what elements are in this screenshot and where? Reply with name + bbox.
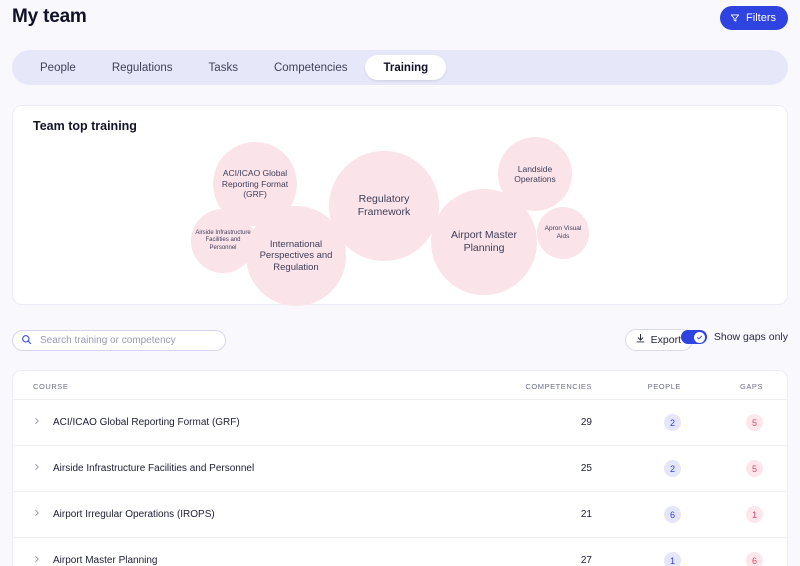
bubble-label: Airport Master Planning <box>433 229 535 255</box>
cell-people: 2 <box>624 446 709 492</box>
cell-course: Airside Infrastructure Facilities and Pe… <box>13 446 514 492</box>
tab-label: Regulations <box>112 62 173 74</box>
filters-button-label: Filters <box>746 12 776 24</box>
search-box[interactable] <box>12 330 226 351</box>
table-row[interactable]: Airport Irregular Operations (IROPS) 21 6 1 <box>13 492 788 538</box>
course-name: Airport Irregular Operations (IROPS) <box>53 509 215 520</box>
bubble-landside-operations[interactable]: Landside Operations <box>498 137 572 211</box>
tab-label: Competencies <box>274 62 348 74</box>
page-title: My team <box>12 6 87 28</box>
gaps-badge: 1 <box>746 506 763 523</box>
tab-label: Training <box>383 62 428 74</box>
cell-gaps: 6 <box>709 538 788 566</box>
tab-people[interactable]: People <box>22 55 94 80</box>
show-gaps-toggle-group: Show gaps only <box>681 330 788 344</box>
cell-course: ACI/ICAO Global Reporting Format (GRF) <box>13 400 514 446</box>
column-header-gaps[interactable]: GAPS <box>709 371 788 400</box>
cell-people: 6 <box>624 492 709 538</box>
column-header-competencies[interactable]: COMPETENCIES <box>514 371 624 400</box>
training-table: COURSE COMPETENCIES PEOPLE GAPS ACI/ICAO… <box>13 371 788 566</box>
tab-bar: People Regulations Tasks Competencies Traini… <box>12 50 788 85</box>
training-table-card: COURSE COMPETENCIES PEOPLE GAPS ACI/ICAO… <box>12 370 788 566</box>
bubble-chart: ACI/ICAO Global Reporting Format (GRF) Ai… <box>13 106 789 306</box>
cell-people: 1 <box>624 538 709 566</box>
page-header: My team Filters <box>0 0 800 46</box>
chevron-right-icon[interactable] <box>33 509 41 520</box>
cell-competencies: 27 <box>514 538 624 566</box>
gaps-badge: 5 <box>746 414 763 431</box>
tab-competencies[interactable]: Competencies <box>256 55 366 80</box>
tab-label: Tasks <box>209 62 238 74</box>
toggle-knob <box>694 332 705 343</box>
tab-tasks[interactable]: Tasks <box>191 55 256 80</box>
app-root: My team Filters People Regulations Tasks Co… <box>0 0 800 566</box>
cell-competencies: 25 <box>514 446 624 492</box>
cell-competencies: 29 <box>514 400 624 446</box>
column-header-course[interactable]: COURSE <box>13 371 514 400</box>
people-badge: 1 <box>664 552 681 566</box>
table-row[interactable]: ACI/ICAO Global Reporting Format (GRF) 29… <box>13 400 788 446</box>
bubble-label: Apron Visual Aids <box>539 225 587 241</box>
show-gaps-toggle[interactable] <box>681 330 707 344</box>
table-body: ACI/ICAO Global Reporting Format (GRF) 29… <box>13 400 788 566</box>
filters-button[interactable]: Filters <box>720 6 788 30</box>
cell-competencies: 21 <box>514 492 624 538</box>
bubble-label: Landside Operations <box>500 164 570 185</box>
people-badge: 6 <box>664 506 681 523</box>
funnel-icon <box>730 13 740 23</box>
course-name: ACI/ICAO Global Reporting Format (GRF) <box>53 417 240 428</box>
download-icon <box>635 333 646 347</box>
cell-people: 2 <box>624 400 709 446</box>
tab-label: People <box>40 62 76 74</box>
table-row[interactable]: Airside Infrastructure Facilities and Pe… <box>13 446 788 492</box>
search-input[interactable] <box>38 334 218 347</box>
column-header-people[interactable]: PEOPLE <box>624 371 709 400</box>
cell-gaps: 5 <box>709 400 788 446</box>
check-icon <box>696 334 703 341</box>
team-top-training-card: Team top training ACI/ICAO Global Report… <box>12 105 788 305</box>
bubble-label: ACI/ICAO Global Reporting Format (GRF) <box>215 168 295 199</box>
chevron-right-icon[interactable] <box>33 463 41 474</box>
cell-course: Airport Irregular Operations (IROPS) <box>13 492 514 538</box>
bubble-label: Regulatory Framework <box>331 193 437 219</box>
table-toolbar: Export Show gaps only <box>0 325 800 365</box>
table-head: COURSE COMPETENCIES PEOPLE GAPS <box>13 371 788 400</box>
gaps-badge: 6 <box>746 552 763 566</box>
table-row[interactable]: Airport Master Planning 27 1 6 <box>13 538 788 566</box>
course-name: Airport Master Planning <box>53 555 158 566</box>
show-gaps-toggle-label: Show gaps only <box>714 331 788 343</box>
people-badge: 2 <box>664 414 681 431</box>
cell-gaps: 1 <box>709 492 788 538</box>
course-name: Airside Infrastructure Facilities and Pe… <box>53 463 254 474</box>
cell-gaps: 5 <box>709 446 788 492</box>
search-icon <box>21 332 32 350</box>
chevron-right-icon[interactable] <box>33 555 41 566</box>
bubble-label: Airside Infrastructure Facilities and Pe… <box>193 230 253 252</box>
tab-training[interactable]: Training <box>365 55 446 80</box>
people-badge: 2 <box>664 460 681 477</box>
chevron-right-icon[interactable] <box>33 417 41 428</box>
gaps-badge: 5 <box>746 460 763 477</box>
cell-course: Airport Master Planning <box>13 538 514 566</box>
table-header-row: COURSE COMPETENCIES PEOPLE GAPS <box>13 371 788 400</box>
bubble-apron-visual-aids[interactable]: Apron Visual Aids <box>537 207 589 259</box>
bubble-regulatory-framework[interactable]: Regulatory Framework <box>329 151 439 261</box>
bubble-airside-infrastructure-facilities-and-pe[interactable]: Airside Infrastructure Facilities and Pe… <box>191 209 255 273</box>
bubble-label: International Perspectives and Regulatio… <box>248 239 344 274</box>
export-button-label: Export <box>651 334 681 346</box>
tab-regulations[interactable]: Regulations <box>94 55 191 80</box>
